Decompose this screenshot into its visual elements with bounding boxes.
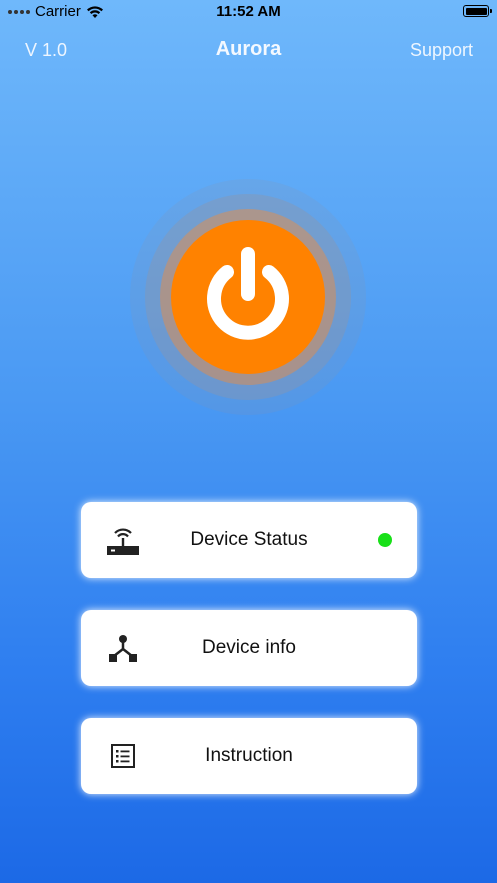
power-button[interactable] bbox=[171, 220, 325, 374]
status-bar: Carrier 11:52 AM bbox=[0, 0, 497, 24]
device-status-button[interactable]: Device Status bbox=[81, 502, 417, 578]
list-icon bbox=[105, 738, 141, 774]
status-indicator bbox=[378, 533, 392, 547]
instruction-button[interactable]: Instruction bbox=[81, 718, 417, 794]
network-node-icon bbox=[105, 630, 141, 666]
battery-icon bbox=[463, 5, 492, 17]
device-info-button[interactable]: Device info bbox=[81, 610, 417, 686]
power-icon bbox=[207, 247, 289, 340]
status-time: 11:52 AM bbox=[216, 3, 281, 20]
support-button[interactable]: Support bbox=[410, 40, 473, 61]
router-icon bbox=[105, 522, 141, 558]
nav-bar: V 1.0 Aurora Support bbox=[0, 36, 497, 66]
